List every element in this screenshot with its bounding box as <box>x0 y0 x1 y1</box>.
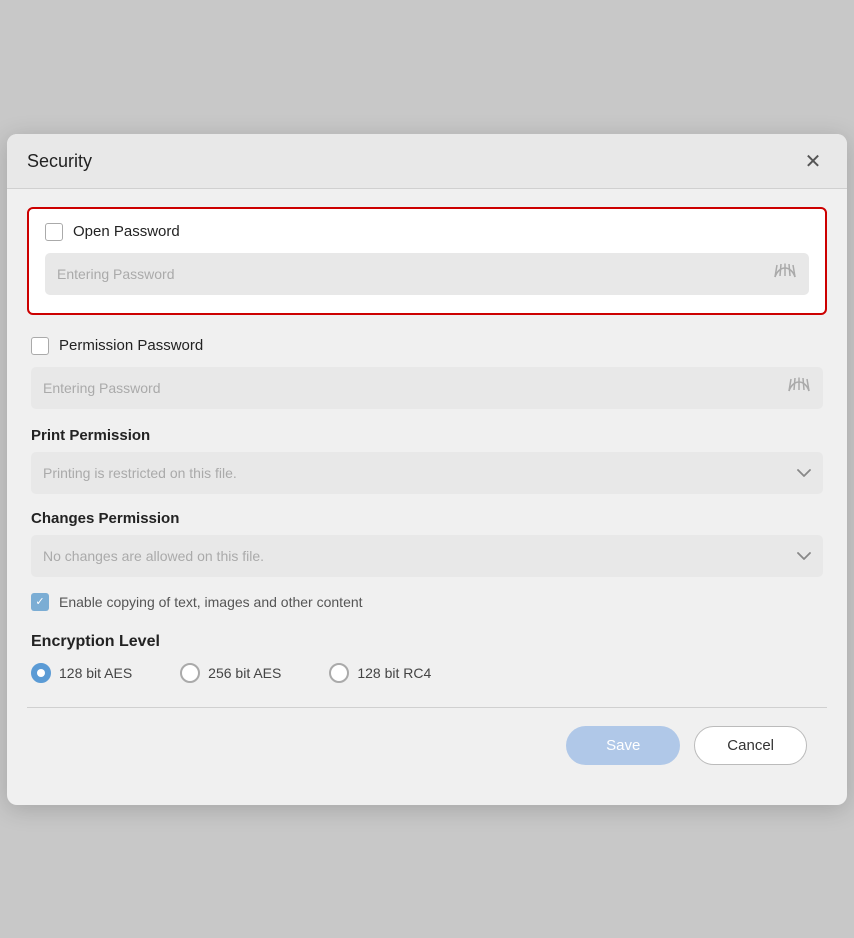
open-password-section: Open Password <box>27 207 827 315</box>
print-permission-select[interactable]: Printing is restricted on this file. <box>31 452 823 494</box>
print-permission-section: Print Permission Printing is restricted … <box>31 427 823 494</box>
changes-permission-select[interactable]: No changes are allowed on this file. <box>31 535 823 577</box>
permission-password-label: Permission Password <box>59 337 203 354</box>
open-password-checkbox-row: Open Password <box>45 223 809 241</box>
close-button[interactable]: ✕ <box>799 148 827 176</box>
permission-password-checkbox[interactable] <box>31 337 49 355</box>
dialog-title: Security <box>27 151 92 172</box>
changes-permission-label: Changes Permission <box>31 510 823 527</box>
permission-password-input-row <box>31 367 823 409</box>
dialog-body: Open Password <box>7 189 847 805</box>
radio-rc4128-label: 128 bit RC4 <box>357 665 431 681</box>
open-password-label: Open Password <box>73 223 180 240</box>
open-password-input[interactable] <box>57 266 773 282</box>
changes-permission-value: No changes are allowed on this file. <box>43 548 797 564</box>
radio-aes256-label: 256 bit AES <box>208 665 281 681</box>
cancel-button[interactable]: Cancel <box>694 726 807 765</box>
open-password-eye-icon[interactable] <box>773 263 797 284</box>
radio-item-aes256[interactable]: 256 bit AES <box>180 663 281 683</box>
save-button[interactable]: Save <box>566 726 680 765</box>
changes-permission-section: Changes Permission No changes are allowe… <box>31 510 823 577</box>
radio-item-aes128[interactable]: 128 bit AES <box>31 663 132 683</box>
changes-permission-chevron-icon <box>797 548 811 564</box>
dialog-header: Security ✕ <box>7 134 847 189</box>
radio-aes128-label: 128 bit AES <box>59 665 132 681</box>
print-permission-value: Printing is restricted on this file. <box>43 465 797 481</box>
permission-password-checkbox-row: Permission Password <box>31 337 823 355</box>
encryption-title: Encryption Level <box>31 633 823 651</box>
radio-aes256-circle <box>180 663 200 683</box>
open-password-input-row <box>45 253 809 295</box>
encryption-radio-group: 128 bit AES 256 bit AES 128 bit RC4 <box>31 663 823 683</box>
close-icon: ✕ <box>805 149 822 174</box>
permission-password-input[interactable] <box>43 380 787 396</box>
dialog-footer: Save Cancel <box>27 726 827 785</box>
permission-password-section: Permission Password <box>27 337 827 409</box>
print-permission-label: Print Permission <box>31 427 823 444</box>
copy-content-checkbox[interactable] <box>31 593 49 611</box>
footer-divider <box>27 707 827 708</box>
copy-content-label: Enable copying of text, images and other… <box>59 594 363 610</box>
permission-password-eye-icon[interactable] <box>787 377 811 398</box>
radio-aes128-circle <box>31 663 51 683</box>
security-dialog: Security ✕ Open Password <box>7 134 847 805</box>
radio-rc4128-circle <box>329 663 349 683</box>
print-permission-chevron-icon <box>797 465 811 481</box>
encryption-section: Encryption Level 128 bit AES 256 bit AES… <box>31 633 823 683</box>
radio-item-rc4128[interactable]: 128 bit RC4 <box>329 663 431 683</box>
open-password-checkbox[interactable] <box>45 223 63 241</box>
copy-content-row: Enable copying of text, images and other… <box>31 593 823 611</box>
